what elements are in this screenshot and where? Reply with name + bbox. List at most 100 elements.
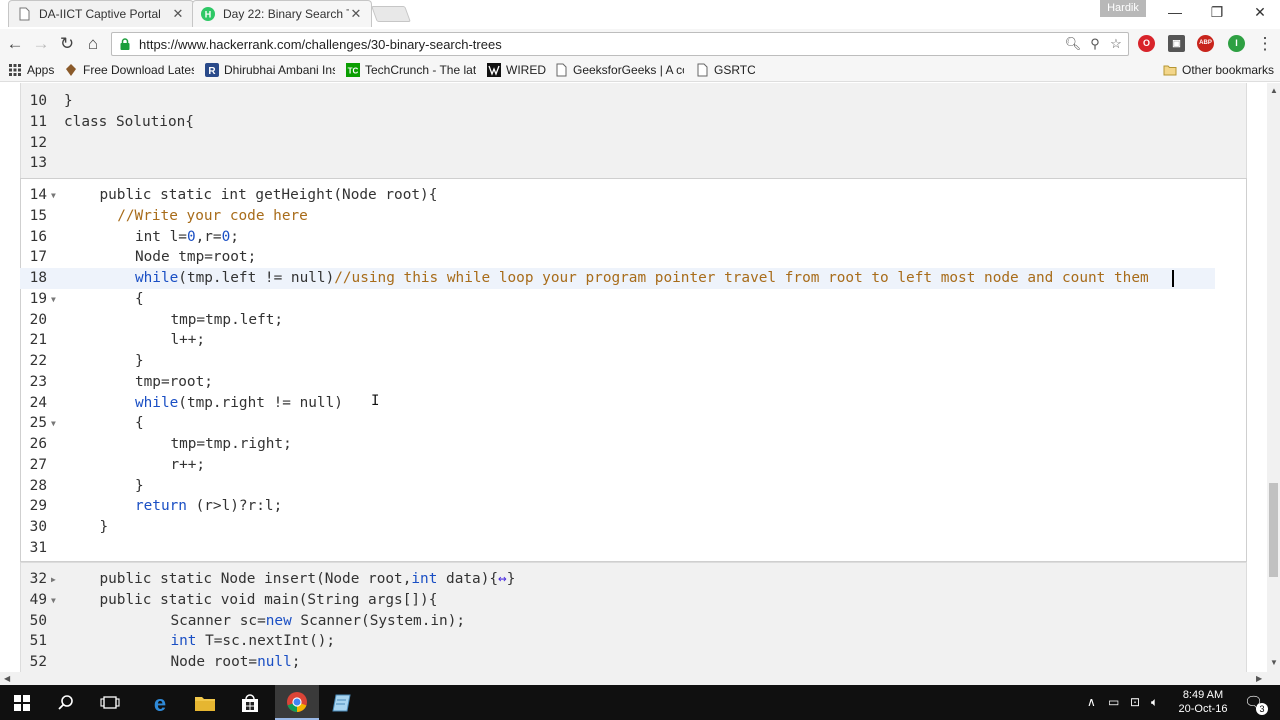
r-favicon: R [205, 63, 219, 77]
code-line[interactable]: 51 int T=sc.nextInt(); [20, 631, 1215, 652]
reload-icon[interactable]: ↻ [56, 33, 78, 55]
code-line[interactable]: 31 [20, 538, 1215, 559]
clock[interactable]: 8:49 AM 20-Oct-16 [1170, 688, 1236, 716]
code-line[interactable]: 32 ▶ public static Node insert(Node root,i… [20, 569, 1215, 590]
code-line[interactable]: 49 ▼ public static void main(String args[]… [20, 590, 1215, 611]
scroll-down-icon[interactable]: ▼ [1270, 658, 1278, 667]
close-icon[interactable]: ✕ [349, 6, 363, 22]
code-line[interactable]: 22} [20, 351, 1215, 372]
code-editor[interactable]: 10} 11 class Solution{12 13 14 ▼ public static… [0, 83, 1280, 672]
code-line[interactable]: 27 r++; [20, 455, 1215, 476]
network-icon[interactable]: ⊡ [1130, 695, 1140, 709]
notepad-button[interactable] [320, 685, 364, 720]
code-text: int T=sc.nextInt(); [170, 631, 335, 652]
code-line[interactable]: 20 tmp=tmp.left; [20, 310, 1215, 331]
code-line[interactable]: 12 [20, 133, 1215, 154]
task-view-icon [100, 695, 120, 709]
ibeam-cursor-icon: I [371, 393, 380, 409]
bookmark-daiict[interactable]: R Dhirubhai Ambani Ins [205, 61, 335, 79]
bookmark-other[interactable]: Other bookmarks [1163, 61, 1275, 79]
close-icon[interactable]: ✕ [171, 6, 185, 22]
search-button[interactable] [44, 685, 88, 720]
maximize-icon[interactable]: ❐ [1202, 2, 1232, 24]
evernote-icon[interactable]: I [1228, 35, 1245, 52]
search-icon [58, 694, 73, 710]
svg-text:R: R [208, 66, 216, 77]
close-window-icon[interactable]: ✕ [1245, 2, 1275, 24]
menu-icon[interactable]: ⋮ [1254, 33, 1276, 55]
line-number: 51 [29, 633, 47, 650]
bookmark-wired[interactable]: WIRED [487, 61, 547, 79]
chrome-button[interactable] [275, 685, 319, 720]
scrollbar-thumb[interactable] [1269, 483, 1278, 577]
start-button[interactable] [0, 685, 44, 720]
code-line[interactable]: 21 l++; [20, 330, 1215, 351]
file-explorer-button[interactable] [183, 685, 227, 720]
code-line[interactable]: 14 ▼ public static int getHeight(Node root… [20, 185, 1215, 206]
code-line[interactable]: 24 while(tmp.right != null) [20, 393, 1215, 414]
chevron-up-icon[interactable]: ∧ [1087, 695, 1096, 709]
code-text: Scanner sc=new Scanner(System.in); [170, 611, 465, 632]
volume-icon[interactable]: 🔈︎ [1151, 695, 1158, 710]
opera-icon[interactable]: O [1138, 35, 1155, 52]
bookmark-techcrunch[interactable]: TC TechCrunch - The late [346, 61, 476, 79]
extension-icon[interactable]: ▣ [1168, 35, 1185, 52]
page-icon [697, 63, 708, 77]
fold-down-icon[interactable]: ▼ [51, 413, 59, 434]
scroll-right-icon[interactable]: ▶ [1256, 674, 1262, 683]
fold-down-icon[interactable]: ▼ [51, 289, 59, 310]
new-tab-button[interactable] [371, 6, 411, 22]
bookmark-apps[interactable]: Apps [8, 61, 58, 79]
bookmark-geeksforgeeks[interactable]: GeeksforGeeks | A co [554, 61, 684, 79]
screen: DA-IICT Captive Portal ✕ H Day 22: Binar… [0, 0, 1280, 720]
code-line[interactable]: 30} [20, 517, 1215, 538]
code-line[interactable]: 50 Scanner sc=new Scanner(System.in); [20, 611, 1215, 632]
pin-icon[interactable]: ⚲ [1086, 35, 1104, 53]
fold-down-icon[interactable]: ▼ [51, 590, 59, 611]
zoom-icon[interactable]: 🔍︎ [1064, 35, 1082, 53]
code-token: T=sc.nextInt(); [196, 633, 336, 650]
code-token: (tmp.right != null) [178, 394, 343, 411]
tab-hackerrank[interactable]: H Day 22: Binary Search Tre ✕ [192, 0, 372, 27]
fold-right-icon[interactable]: ▶ [51, 569, 59, 590]
code-line[interactable]: 15 //Write your code here [20, 206, 1215, 227]
code-line[interactable]: 52 Node root=null; [20, 652, 1215, 672]
bookmark-label: TechCrunch - The late [365, 63, 476, 77]
folder-icon [1163, 65, 1177, 76]
code-line[interactable]: 25 ▼ { [20, 413, 1215, 434]
star-icon[interactable]: ☆ [1107, 35, 1125, 53]
forward-icon[interactable]: → [30, 33, 52, 55]
minimize-icon[interactable]: — [1160, 2, 1190, 24]
fold-placeholder[interactable]: ↔ [498, 571, 507, 587]
code-line[interactable]: 28} [20, 476, 1215, 497]
horizontal-scrollbar[interactable]: ◀ ▶ [0, 672, 1280, 685]
task-view-button[interactable] [88, 685, 132, 720]
code-line[interactable]: 19 ▼ { [20, 289, 1215, 310]
code-text: } [99, 517, 108, 538]
address-bar[interactable]: https://www.hackerrank.com/challenges/30… [111, 32, 1129, 56]
code-line[interactable]: 16 int l=0,r=0; [20, 227, 1215, 248]
home-icon[interactable]: ⌂ [82, 33, 104, 55]
tab-captive-portal[interactable]: DA-IICT Captive Portal ✕ [8, 0, 194, 27]
code-line[interactable]: 17 Node tmp=root; [20, 247, 1215, 268]
profile-badge[interactable]: Hardik [1100, 0, 1146, 17]
scroll-up-icon[interactable]: ▲ [1270, 86, 1278, 95]
code-text: } [135, 476, 144, 497]
fold-down-icon[interactable]: ▼ [51, 185, 59, 206]
code-line[interactable]: 26 tmp=tmp.right; [20, 434, 1215, 455]
code-line[interactable]: 18 while(tmp.left != null)//using this wh… [20, 268, 1215, 289]
back-icon[interactable]: ← [4, 33, 26, 55]
code-line[interactable]: 29 return (r>l)?r:l; [20, 496, 1215, 517]
bookmark-free-download[interactable]: Free Download Latest [64, 61, 194, 79]
code-line[interactable]: 13 [20, 153, 1215, 174]
scroll-left-icon[interactable]: ◀ [4, 674, 10, 683]
bookmark-gsrtc[interactable]: GSRTC. [695, 61, 755, 79]
vertical-scrollbar[interactable]: ▲ ▼ [1267, 83, 1280, 672]
store-button[interactable] [228, 685, 272, 720]
battery-icon[interactable]: ▭ [1108, 695, 1119, 709]
code-line[interactable]: 10} [20, 91, 1215, 112]
adblock-icon[interactable]: ABP [1197, 35, 1214, 52]
code-line[interactable]: 11 class Solution{ [20, 112, 1215, 133]
edge-button[interactable]: e [138, 685, 182, 720]
code-line[interactable]: 23 tmp=root; [20, 372, 1215, 393]
